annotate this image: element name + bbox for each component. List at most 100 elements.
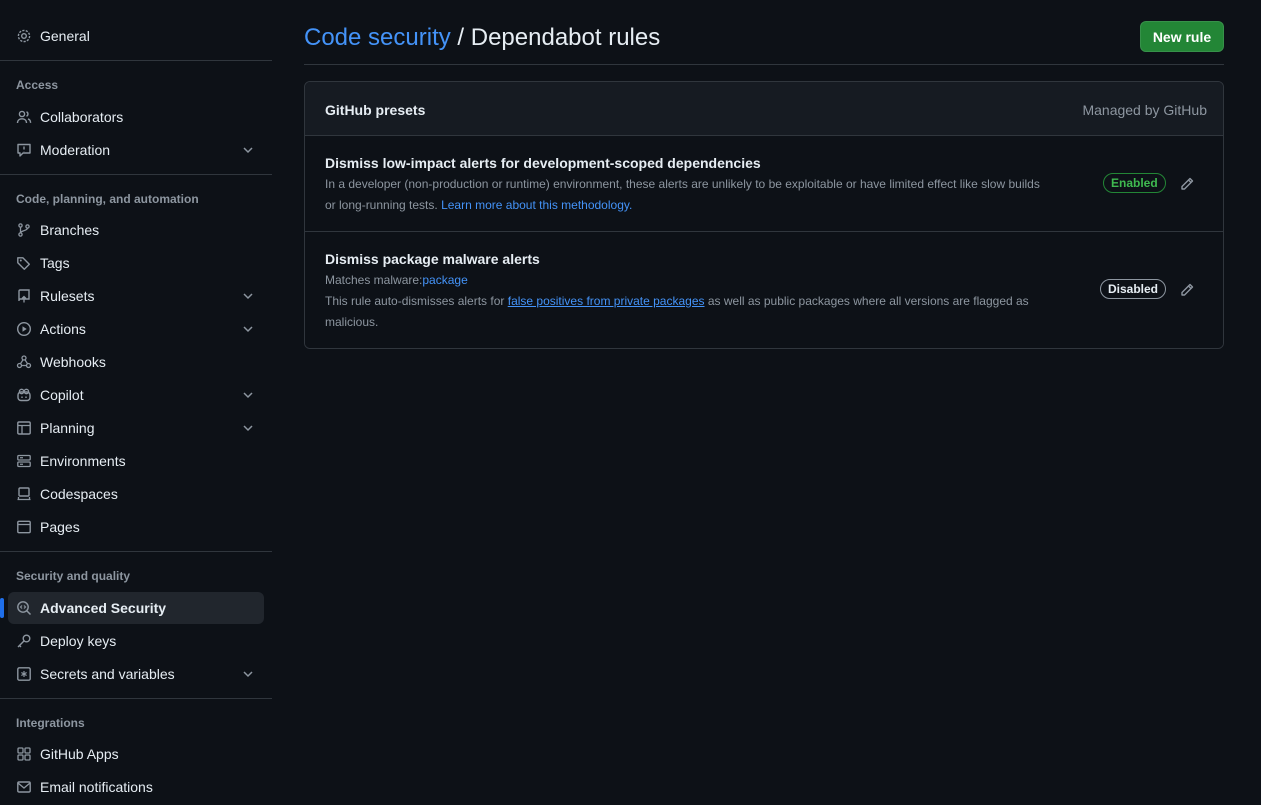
people-icon <box>16 109 32 125</box>
rule-description-text: or long-running tests. <box>325 198 438 212</box>
rule-description-text: In a developer (non-production or runtim… <box>325 177 1040 191</box>
false-positives-link[interactable]: false positives from private packages <box>508 294 705 308</box>
sidebar-item-label: Webhooks <box>40 354 106 370</box>
sidebar-item-branches[interactable]: Branches <box>8 214 264 246</box>
edit-rule-button[interactable] <box>1179 282 1195 298</box>
rule-row: Dismiss low-impact alerts for developmen… <box>305 136 1223 232</box>
page-title-text: Dependabot rules <box>470 24 661 51</box>
sidebar-item-rulesets[interactable]: Rulesets <box>8 280 264 312</box>
gear-icon <box>16 28 32 44</box>
sidebar-item-pages[interactable]: Pages <box>8 511 264 543</box>
sidebar-divider <box>0 698 272 699</box>
sidebar-item-label: Actions <box>40 321 86 337</box>
sidebar-item-actions[interactable]: Actions <box>8 313 264 345</box>
sidebar-item-moderation[interactable]: Moderation <box>8 134 264 166</box>
sidebar-item-general[interactable]: General <box>8 20 264 52</box>
presets-header: GitHub presets Managed by GitHub <box>305 82 1223 136</box>
copilot-icon <box>16 387 32 403</box>
sidebar-item-label: Branches <box>40 222 100 238</box>
sidebar-item-label: GitHub Apps <box>40 746 119 762</box>
server-icon <box>16 453 32 469</box>
codespaces-icon <box>16 486 32 502</box>
rule-description: This rule auto-dismisses alerts for fals… <box>325 291 1095 333</box>
chevron-down-icon[interactable] <box>240 288 256 304</box>
chevron-down-icon[interactable] <box>240 666 256 682</box>
sidebar-item-copilot[interactable]: Copilot <box>8 379 264 411</box>
sidebar-item-label: Codespaces <box>40 486 118 502</box>
shield-search-icon <box>16 600 32 616</box>
breadcrumb-separator: / <box>450 24 471 51</box>
asterisk-box-icon <box>16 666 32 682</box>
webhook-icon <box>16 354 32 370</box>
sidebar-item-label: Tags <box>40 255 70 271</box>
chevron-down-icon[interactable] <box>240 387 256 403</box>
sidebar-item-email-notifications[interactable]: Email notifications <box>8 771 264 803</box>
sidebar-divider <box>0 174 272 175</box>
sidebar-item-label: Rulesets <box>40 288 95 304</box>
sidebar-item-environments[interactable]: Environments <box>8 445 264 477</box>
settings-sidebar: General Access Collaborators Moderation … <box>0 0 272 805</box>
sidebar-item-label: Secrets and variables <box>40 666 175 682</box>
branch-icon <box>16 222 32 238</box>
sidebar-item-collaborators[interactable]: Collaborators <box>8 101 264 133</box>
chevron-down-icon[interactable] <box>240 321 256 337</box>
sidebar-item-label: Planning <box>40 420 95 436</box>
sidebar-item-label: Copilot <box>40 387 84 403</box>
section-heading-code: Code, planning, and automation <box>16 192 199 206</box>
apps-icon <box>16 746 32 762</box>
chevron-down-icon[interactable] <box>240 142 256 158</box>
sidebar-item-label: Environments <box>40 453 126 469</box>
chevron-down-icon[interactable] <box>240 420 256 436</box>
sidebar-item-label: Collaborators <box>40 109 124 125</box>
rule-description-text: as well as public packages where all ver… <box>707 294 1029 308</box>
rule-title: Dismiss package malware alerts <box>325 251 540 267</box>
browser-icon <box>16 519 32 535</box>
sidebar-item-secrets[interactable]: Secrets and variables <box>8 658 264 690</box>
presets-title: GitHub presets <box>325 102 426 118</box>
breadcrumb-code-security[interactable]: Code security <box>304 24 451 51</box>
sidebar-item-deploy-keys[interactable]: Deploy keys <box>8 625 264 657</box>
sidebar-item-label: Advanced Security <box>40 600 167 616</box>
comment-report-icon <box>16 142 32 158</box>
table-icon <box>16 420 32 436</box>
sidebar-divider <box>0 60 272 61</box>
title-divider <box>304 64 1224 65</box>
sidebar-item-label: General <box>40 28 90 44</box>
pencil-icon <box>1181 283 1194 296</box>
sidebar-item-label: Pages <box>40 519 80 535</box>
section-heading-integrations: Integrations <box>16 716 85 730</box>
pencil-icon <box>1181 177 1194 190</box>
rule-title: Dismiss low-impact alerts for developmen… <box>325 155 761 171</box>
rule-description-text: malicious. <box>325 315 379 329</box>
sidebar-item-webhooks[interactable]: Webhooks <box>8 346 264 378</box>
sidebar-item-advanced-security[interactable]: Advanced Security <box>8 592 264 624</box>
status-badge: Disabled <box>1100 279 1167 299</box>
rule-match-prefix: Matches malware: <box>325 273 423 287</box>
presets-box: GitHub presets Managed by GitHub Dismiss… <box>304 81 1224 349</box>
sidebar-item-label: Moderation <box>40 142 111 158</box>
rule-match: Matches malware:package <box>325 270 1095 291</box>
repo-push-icon <box>16 288 32 304</box>
rule-description: In a developer (non-production or runtim… <box>325 174 1095 216</box>
tag-icon <box>16 255 32 271</box>
section-heading-security: Security and quality <box>16 569 131 583</box>
sidebar-item-planning[interactable]: Planning <box>8 412 264 444</box>
sidebar-divider <box>0 551 272 552</box>
sidebar-item-codespaces[interactable]: Codespaces <box>8 478 264 510</box>
sidebar-item-label: Email notifications <box>40 779 153 795</box>
edit-rule-button[interactable] <box>1179 176 1195 192</box>
rule-row: Dismiss package malware alerts Matches m… <box>305 232 1223 348</box>
active-indicator <box>0 598 4 618</box>
page-title: Code security / Dependabot rules <box>304 24 660 52</box>
play-icon <box>16 321 32 337</box>
sidebar-item-label: Deploy keys <box>40 633 117 649</box>
sidebar-item-tags[interactable]: Tags <box>8 247 264 279</box>
section-heading-access: Access <box>16 78 59 92</box>
rule-description-text: This rule auto-dismisses alerts for <box>325 294 505 308</box>
new-rule-button[interactable]: New rule <box>1140 21 1224 52</box>
key-icon <box>16 633 32 649</box>
sidebar-item-github-apps[interactable]: GitHub Apps <box>8 738 264 770</box>
rule-match-value[interactable]: package <box>422 273 467 287</box>
learn-more-link[interactable]: Learn more about this methodology. <box>441 198 632 212</box>
managed-by-label: Managed by GitHub <box>1082 102 1207 118</box>
